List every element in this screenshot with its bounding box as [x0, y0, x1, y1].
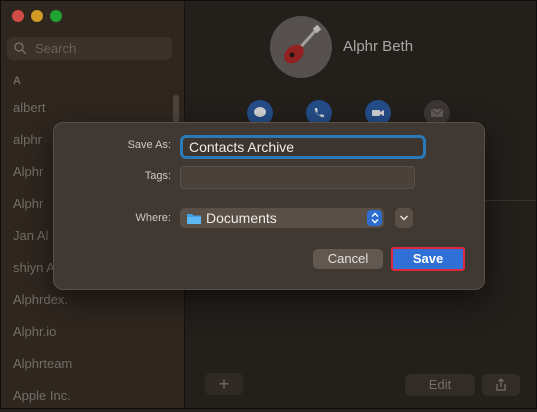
- folder-icon: [187, 213, 201, 224]
- location-stepper[interactable]: [367, 210, 382, 226]
- save-button[interactable]: Save: [391, 247, 465, 271]
- tags-input[interactable]: [180, 166, 415, 189]
- save-dialog: Save As: Tags: Where: Documents Cancel S…: [53, 122, 485, 290]
- tags-label: Tags:: [144, 170, 171, 182]
- chevron-up-down-icon: [371, 212, 378, 224]
- save-as-input[interactable]: [180, 135, 426, 159]
- cancel-button[interactable]: Cancel: [313, 249, 383, 269]
- where-label: Where:: [135, 212, 171, 224]
- expand-dialog-button[interactable]: [395, 208, 413, 228]
- where-value: Documents: [206, 210, 277, 226]
- save-as-label: Save As:: [127, 139, 171, 151]
- chevron-down-icon: [399, 215, 409, 221]
- where-select[interactable]: Documents: [180, 208, 384, 228]
